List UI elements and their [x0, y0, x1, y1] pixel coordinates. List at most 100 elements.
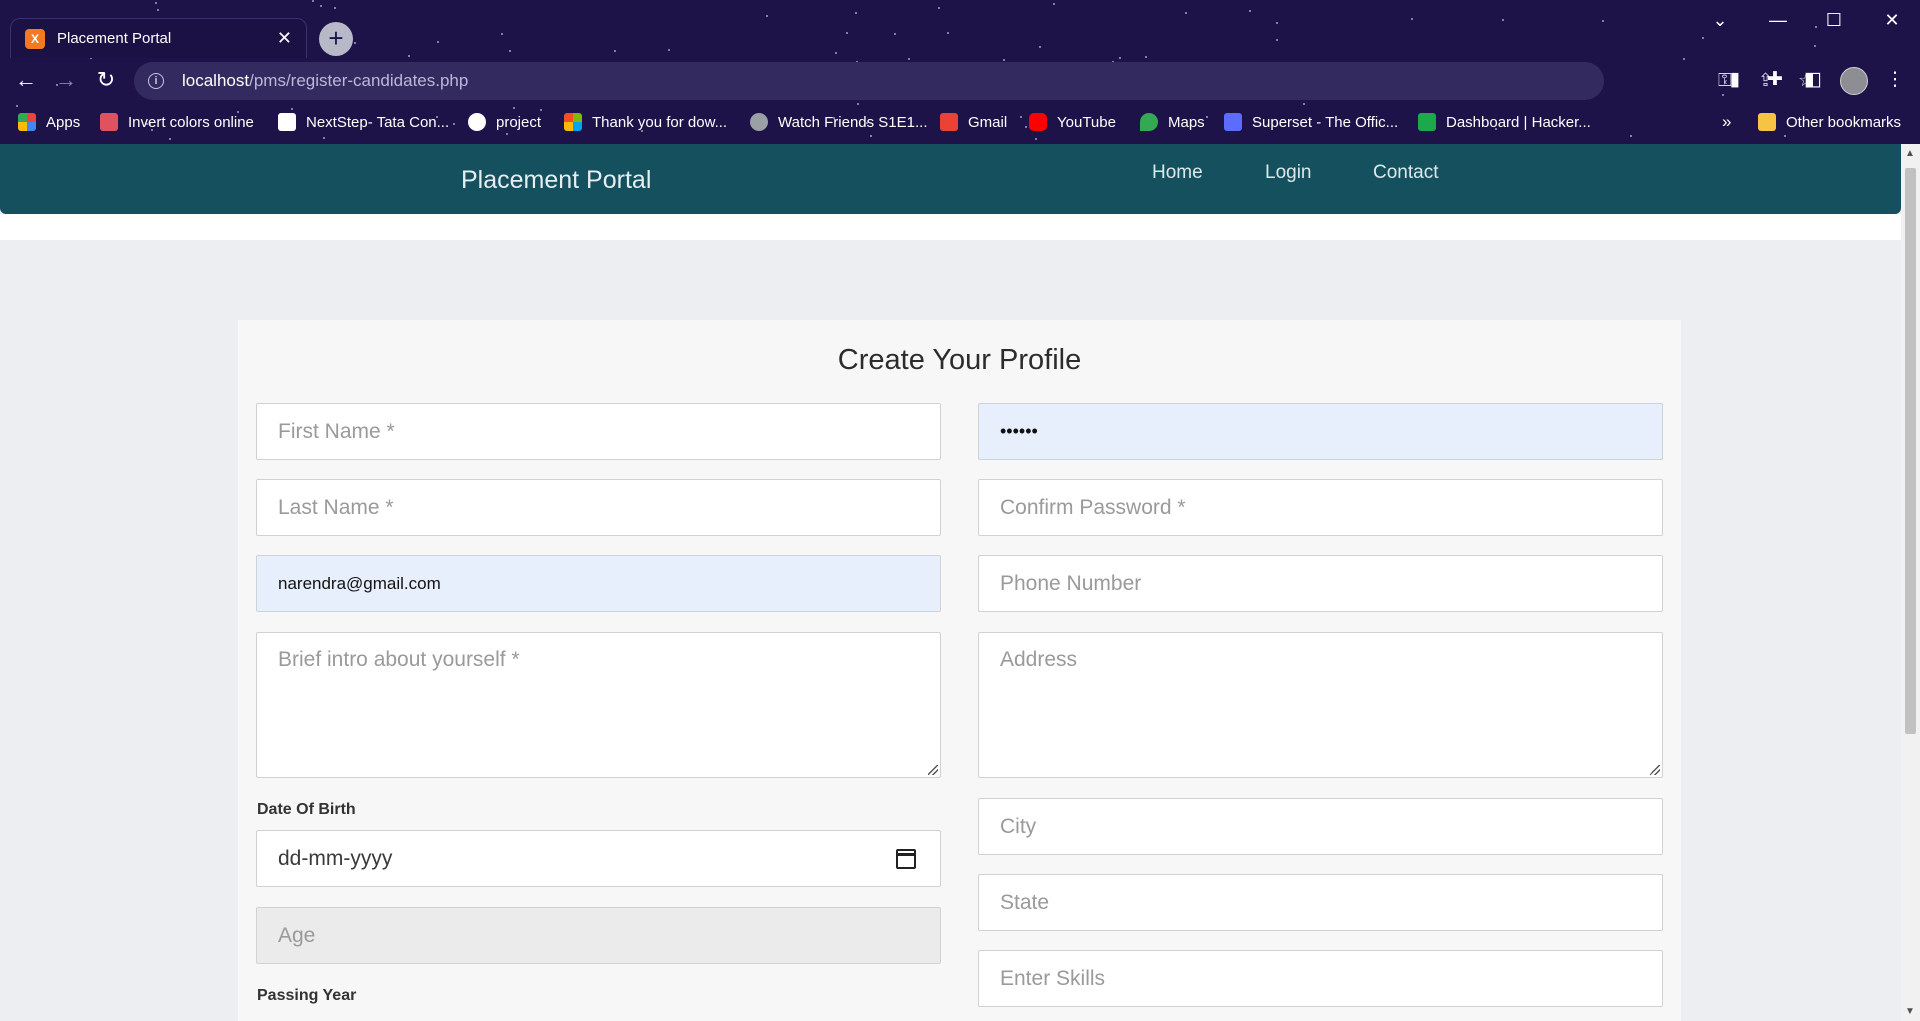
- city-field[interactable]: City: [978, 798, 1663, 855]
- nav-home[interactable]: Home: [1152, 162, 1203, 184]
- scroll-thumb[interactable]: [1905, 168, 1916, 734]
- folder-icon: [1758, 113, 1776, 131]
- bookmark-hackerearth[interactable]: Dashboard | Hacker...: [1418, 108, 1591, 136]
- puzzle-icon[interactable]: ✚: [1762, 68, 1788, 91]
- password-field[interactable]: ••••••: [978, 403, 1663, 460]
- maximize-button[interactable]: ☐: [1806, 0, 1862, 40]
- star-dot: [320, 5, 322, 7]
- gmail-icon: [940, 113, 958, 131]
- star-dot: [835, 52, 837, 54]
- dob-field[interactable]: dd-mm-yyyy: [256, 830, 941, 887]
- bookmark-project[interactable]: project: [468, 108, 541, 136]
- tab-title: Placement Portal: [57, 30, 172, 47]
- menu-icon[interactable]: ⋮: [1882, 68, 1908, 91]
- scroll-down-icon[interactable]: ▼: [1905, 1006, 1915, 1017]
- star-dot: [169, 138, 171, 140]
- star-dot: [668, 49, 670, 51]
- tree-icon: [100, 113, 118, 131]
- bookmark-gmail[interactable]: Gmail: [940, 108, 1007, 136]
- youtube-icon: [1029, 113, 1047, 131]
- star-dot: [1602, 20, 1604, 22]
- star-dot: [894, 33, 896, 35]
- url-text[interactable]: localhost/pms/register-candidates.php: [182, 71, 468, 91]
- apps-grid-icon: [18, 113, 36, 131]
- star-dot: [1145, 56, 1147, 58]
- nav-login[interactable]: Login: [1265, 162, 1312, 184]
- browser-tab[interactable]: X Placement Portal ✕: [10, 18, 307, 58]
- skills-field[interactable]: Enter Skills: [978, 950, 1663, 1007]
- tab-close-icon[interactable]: ✕: [277, 28, 292, 49]
- star-dot: [855, 12, 857, 14]
- more-bookmarks-chevron-icon[interactable]: »: [1722, 108, 1731, 136]
- extension-note-icon[interactable]: ▮: [1722, 68, 1748, 91]
- bookmark-friends[interactable]: Watch Friends S1E1...: [750, 108, 928, 136]
- phone-field[interactable]: Phone Number: [978, 555, 1663, 612]
- back-button[interactable]: ←: [12, 66, 40, 94]
- sidepanel-icon[interactable]: ◧: [1800, 68, 1826, 91]
- bookmark-thank-you[interactable]: Thank you for dow...: [564, 108, 727, 136]
- bookmark-nextstep[interactable]: NextStep- Tata Con...: [278, 108, 449, 136]
- last-name-field[interactable]: Last Name *: [256, 479, 941, 536]
- tcs-icon: [278, 113, 296, 131]
- confirm-password-field[interactable]: Confirm Password *: [978, 479, 1663, 536]
- other-bookmarks[interactable]: Other bookmarks: [1758, 108, 1901, 136]
- calendar-icon[interactable]: [896, 849, 916, 869]
- email-field[interactable]: narendra@gmail.com: [256, 555, 941, 612]
- github-icon: [468, 113, 486, 131]
- star-dot: [1814, 45, 1816, 47]
- bookmark-apps[interactable]: Apps: [18, 108, 80, 136]
- address-bar[interactable]: i localhost/pms/register-candidates.php …: [134, 62, 1814, 100]
- state-field[interactable]: State: [978, 874, 1663, 931]
- profile-avatar[interactable]: [1840, 67, 1868, 95]
- minimize-button[interactable]: —: [1750, 0, 1806, 40]
- star-dot: [938, 7, 940, 9]
- address-textarea[interactable]: Address: [978, 632, 1663, 778]
- star-dot: [408, 55, 410, 57]
- dob-placeholder: dd-mm-yyyy: [278, 846, 393, 870]
- site-brand[interactable]: Placement Portal: [461, 166, 651, 195]
- resize-handle-icon[interactable]: [928, 765, 938, 775]
- forward-button[interactable]: →: [52, 66, 80, 94]
- star-dot: [157, 9, 159, 11]
- new-tab-button[interactable]: +: [319, 22, 353, 56]
- star-dot: [1249, 10, 1251, 12]
- star-dot: [323, 137, 325, 139]
- star-dot: [1411, 18, 1413, 20]
- window-close-button[interactable]: ✕: [1864, 0, 1920, 40]
- intro-textarea[interactable]: Brief intro about yourself *: [256, 632, 941, 778]
- star-dot: [908, 58, 910, 60]
- browser-chrome: X Placement Portal ✕ + ⌄ — ☐ ✕ ← → ↻ i l…: [0, 0, 1920, 144]
- star-dot: [334, 7, 336, 9]
- scroll-up-icon[interactable]: ▲: [1905, 148, 1915, 159]
- passing-year-label: Passing Year: [257, 987, 357, 1004]
- star-dot: [1035, 138, 1037, 140]
- star-dot: [354, 42, 356, 44]
- star-dot: [947, 32, 949, 34]
- page-scrollbar[interactable]: ▲ ▼: [1901, 144, 1920, 1021]
- web-page: Placement Portal Home Login Contact Crea…: [0, 144, 1901, 1021]
- star-dot: [1276, 39, 1278, 41]
- globe-icon: [750, 113, 768, 131]
- reload-button[interactable]: ↻: [92, 66, 120, 94]
- dob-label: Date Of Birth: [257, 801, 356, 818]
- microsoft-icon: [564, 113, 582, 131]
- first-name-field[interactable]: First Name *: [256, 403, 941, 460]
- bookmark-superset[interactable]: Superset - The Offic...: [1224, 108, 1398, 136]
- star-dot: [155, 2, 157, 4]
- bookmark-maps[interactable]: Maps: [1140, 108, 1205, 136]
- nav-contact[interactable]: Contact: [1373, 162, 1438, 184]
- star-dot: [857, 103, 859, 105]
- xampp-favicon-icon: X: [25, 28, 45, 49]
- star-dot: [1053, 3, 1055, 5]
- tab-search-icon[interactable]: ⌄: [1692, 0, 1748, 40]
- star-dot: [1039, 46, 1041, 48]
- star-dot: [846, 32, 848, 34]
- resize-handle-icon[interactable]: [1650, 765, 1660, 775]
- form-heading: Create Your Profile: [837, 344, 1082, 376]
- bookmark-youtube[interactable]: YouTube: [1029, 108, 1116, 136]
- address-placeholder: Address: [1000, 648, 1078, 671]
- star-dot: [1303, 103, 1305, 105]
- bookmark-invert-colors[interactable]: Invert colors online: [100, 108, 254, 136]
- site-info-icon[interactable]: i: [148, 73, 164, 89]
- superset-icon: [1224, 113, 1242, 131]
